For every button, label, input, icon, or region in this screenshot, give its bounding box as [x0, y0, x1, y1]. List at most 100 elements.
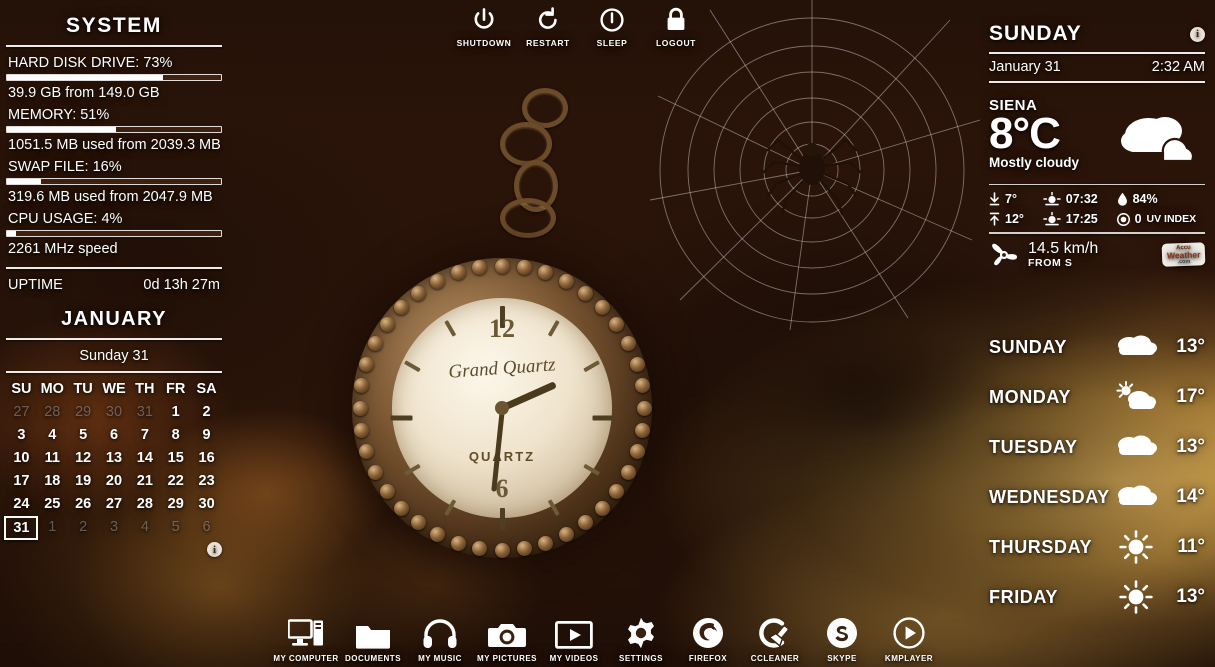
power-button-restart[interactable]: RESTART: [519, 6, 577, 48]
calendar-day-today[interactable]: 31: [4, 516, 39, 540]
calendar-day[interactable]: 4: [129, 519, 160, 537]
calendar-day[interactable]: 21: [129, 473, 160, 489]
dock-item-skype[interactable]: SKYPE: [809, 613, 876, 663]
system-metric-label: CPU USAGE: 4%: [8, 211, 123, 227]
calendar-day-number: 28: [44, 404, 61, 420]
calendar-day[interactable]: 7: [129, 427, 160, 443]
calendar-day[interactable]: 1: [37, 519, 68, 537]
dock-item-my-pictures[interactable]: MY PICTURES: [474, 613, 541, 663]
calendar-day[interactable]: 10: [6, 450, 37, 466]
calendar-day-number: 6: [202, 519, 211, 535]
watch-quartz-label: QUARTZ: [468, 449, 536, 464]
calendar-day[interactable]: 2: [191, 404, 222, 420]
calendar-day-number: 1: [171, 404, 180, 420]
dock-item-my-videos[interactable]: MY VIDEOS: [541, 613, 608, 663]
dock-item-label: MY VIDEOS: [549, 654, 599, 663]
calendar-info-button[interactable]: i: [207, 542, 222, 557]
calendar-day[interactable]: 29: [160, 496, 191, 512]
system-metric-bar: [6, 230, 222, 237]
power-button-logout[interactable]: LOGOUT: [647, 6, 705, 48]
calendar-day[interactable]: 27: [6, 404, 37, 420]
calendar-day[interactable]: 22: [160, 473, 191, 489]
camera-icon: [474, 613, 541, 649]
folder-icon: [340, 613, 407, 649]
calendar-day[interactable]: 6: [99, 427, 130, 443]
dock-item-my-music[interactable]: MY MUSIC: [407, 613, 474, 663]
system-metric-bar: [6, 178, 222, 185]
dock-item-my-computer[interactable]: MY COMPUTER: [273, 613, 340, 663]
calendar-day[interactable]: 12: [68, 450, 99, 466]
dock-item-documents[interactable]: DOCUMENTS: [340, 613, 407, 663]
calendar-day[interactable]: 25: [37, 496, 68, 512]
computer-icon: [273, 613, 340, 649]
calendar-day[interactable]: 13: [99, 450, 130, 466]
weather-high: 12°: [989, 212, 1033, 226]
temperature-high-icon: [989, 212, 1000, 226]
calendar-day-number: 20: [105, 473, 123, 489]
calendar-weekday-header: MO: [40, 381, 64, 397]
calendar-day[interactable]: 1: [160, 404, 191, 420]
dock-item-kmplayer[interactable]: KMPLAYER: [876, 613, 943, 663]
divider: [6, 45, 222, 47]
calendar-day-number: 17: [13, 473, 30, 489]
system-monitor-widget: SYSTEM HARD DISK DRIVE: 73% 39.9 GB from …: [0, 14, 228, 293]
power-button-sleep[interactable]: SLEEP: [583, 6, 641, 48]
forecast-temperature: 11°: [1177, 536, 1205, 557]
wind-propeller-icon: [992, 243, 1017, 266]
info-icon: i: [207, 542, 222, 557]
calendar-day[interactable]: 28: [37, 404, 68, 420]
forecast-row[interactable]: WEDNESDAY 14°: [989, 472, 1205, 522]
accuweather-logo[interactable]: Accu Weather .com: [1161, 242, 1206, 268]
calendar-day[interactable]: 2: [68, 519, 99, 537]
calendar-day[interactable]: 30: [191, 496, 222, 512]
calendar-day[interactable]: 30: [99, 404, 130, 420]
calendar-day[interactable]: 26: [68, 496, 99, 512]
calendar-subtitle: Sunday 31: [79, 348, 149, 364]
calendar-day[interactable]: 29: [68, 404, 99, 420]
dock-item-settings[interactable]: SETTINGS: [608, 613, 675, 663]
forecast-row[interactable]: THURSDAY 11°: [989, 522, 1205, 572]
dock-item-ccleaner[interactable]: CCLEANER: [742, 613, 809, 663]
power-label: RESTART: [526, 38, 570, 48]
calendar-day[interactable]: 8: [160, 427, 191, 443]
sunny-icon: [1113, 580, 1159, 614]
calendar-widget: JANUARY Sunday 31 SU MO TU WE TH FR SA 27 28 29 30…: [0, 308, 228, 557]
calendar-day[interactable]: 3: [99, 519, 130, 537]
calendar-weekday-header: TH: [135, 381, 155, 397]
calendar-day[interactable]: 27: [99, 496, 130, 512]
calendar-day[interactable]: 9: [191, 427, 222, 443]
calendar-day[interactable]: 14: [129, 450, 160, 466]
calendar-day[interactable]: 5: [160, 519, 191, 537]
watch-brand-mark: Grand Quartz: [447, 354, 557, 383]
calendar-day[interactable]: 20: [99, 473, 130, 489]
weather-date: January 31: [989, 59, 1061, 75]
calendar-day[interactable]: 11: [37, 450, 68, 466]
system-metric-label: SWAP FILE: 16%: [8, 159, 122, 175]
calendar-day[interactable]: 23: [191, 473, 222, 489]
calendar-day[interactable]: 3: [6, 427, 37, 443]
calendar-day[interactable]: 31: [129, 404, 160, 420]
power-button-shutdown[interactable]: SHUTDOWN: [455, 6, 513, 48]
system-metric: HARD DISK DRIVE: 73% 39.9 GB from 149.0 G…: [6, 55, 222, 101]
calendar-day[interactable]: 15: [160, 450, 191, 466]
divider: [989, 52, 1205, 54]
forecast-row[interactable]: SUNDAY 13°: [989, 322, 1205, 372]
video-icon: [541, 613, 608, 649]
weather-high-value: 12°: [1005, 212, 1024, 227]
calendar-day[interactable]: 4: [37, 427, 68, 443]
calendar-day[interactable]: 6: [191, 519, 222, 537]
weather-info-button[interactable]: i: [1190, 26, 1205, 42]
calendar-day[interactable]: 19: [68, 473, 99, 489]
dock-item-firefox[interactable]: FIREFOX: [675, 613, 742, 663]
calendar-day[interactable]: 5: [68, 427, 99, 443]
calendar-day[interactable]: 17: [6, 473, 37, 489]
forecast-row[interactable]: TUESDAY 13°: [989, 422, 1205, 472]
calendar-day-number: 30: [105, 404, 123, 420]
calendar-day[interactable]: 16: [191, 450, 222, 466]
forecast-temperature: 13°: [1176, 586, 1205, 607]
calendar-day[interactable]: 18: [37, 473, 68, 489]
calendar-day[interactable]: 24: [6, 496, 37, 512]
system-metric-bar: [6, 126, 222, 133]
calendar-day[interactable]: 28: [129, 496, 160, 512]
forecast-row[interactable]: MONDAY 17°: [989, 372, 1205, 422]
